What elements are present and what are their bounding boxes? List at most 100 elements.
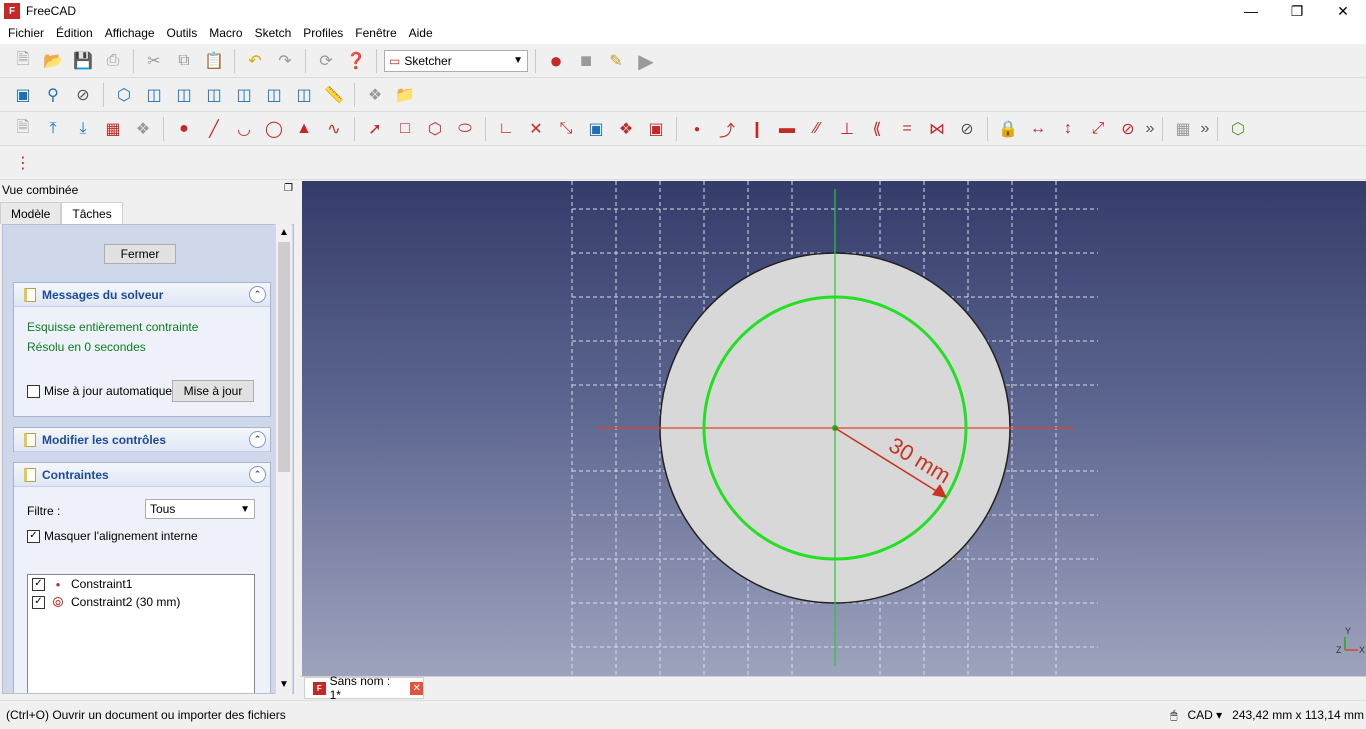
macro-record-icon[interactable]: ● xyxy=(543,48,569,74)
constraint-lock-icon[interactable]: 🔒 xyxy=(995,116,1021,142)
undo-icon[interactable]: ↶ xyxy=(242,48,268,74)
view-section-icon[interactable]: ▦ xyxy=(100,116,126,142)
leave-sketch-icon[interactable]: ⤒ xyxy=(40,116,66,142)
hide-internal-checkbox[interactable]: ✓ xyxy=(27,529,40,543)
menu-edition[interactable]: Édition xyxy=(50,26,99,40)
list-item[interactable]: ✓ ● Constraint1 xyxy=(28,575,254,593)
constraint-symmetric-icon[interactable]: ⋈ xyxy=(924,116,950,142)
print-icon[interactable]: ⎙ xyxy=(100,48,126,74)
constraint-parallel-icon[interactable]: ∕∕ xyxy=(804,116,830,142)
view-sketch-icon[interactable]: ⤓ xyxy=(70,116,96,142)
more-chevron-icon[interactable]: » xyxy=(1145,116,1155,142)
collapse-icon[interactable]: ⌃ xyxy=(249,431,266,448)
document-tab[interactable]: F Sans nom : 1* ✕ xyxy=(304,674,424,702)
redo-icon[interactable]: ↷ xyxy=(272,48,298,74)
scroll-up-icon[interactable]: ▲ xyxy=(278,227,290,238)
collapse-icon[interactable]: ⌃ xyxy=(249,286,266,303)
sketcher-tools-icon[interactable]: ▦ xyxy=(1170,116,1196,142)
menu-fenetre[interactable]: Fenêtre xyxy=(349,26,402,40)
carbon-copy-icon[interactable]: ❖ xyxy=(613,116,639,142)
slot-icon[interactable]: ⬭ xyxy=(452,116,478,142)
map-sketch-icon[interactable]: ❖ xyxy=(130,116,156,142)
constraint-vertical-icon[interactable]: ❙ xyxy=(744,116,770,142)
refresh-icon[interactable]: ⟳ xyxy=(313,48,339,74)
undock-icon[interactable]: ❐ xyxy=(284,183,293,194)
conic-icon[interactable]: ▲ xyxy=(291,116,317,142)
point-icon[interactable]: ● xyxy=(171,116,197,142)
menu-outils[interactable]: Outils xyxy=(161,26,204,40)
whats-this-icon[interactable]: ❓ xyxy=(343,48,369,74)
list-item[interactable]: ✓ ⦾ Constraint2 (30 mm) xyxy=(28,593,254,611)
save-icon[interactable]: 💾 xyxy=(70,48,96,74)
new-document-icon[interactable]: 🗎 xyxy=(10,48,36,74)
sketch-canvas[interactable]: 30 mm Y Z X xyxy=(302,181,1366,676)
minimize-icon[interactable]: — xyxy=(1228,0,1274,22)
circle-icon[interactable]: ◯ xyxy=(261,116,287,142)
part-icon[interactable]: ❖ xyxy=(362,82,388,108)
menu-fichier[interactable]: Fichier xyxy=(2,26,50,40)
polygon-icon[interactable]: ⬡ xyxy=(422,116,448,142)
view-top-icon[interactable]: ◫ xyxy=(171,82,197,108)
view-isometric-icon[interactable]: ⬡ xyxy=(111,82,137,108)
task-panel-scrollbar[interactable]: ▲ ▼ xyxy=(275,224,292,694)
measure-icon[interactable]: 📏 xyxy=(321,82,347,108)
scroll-thumb[interactable] xyxy=(278,242,290,472)
sketch-points-icon[interactable]: ⋮ xyxy=(10,150,36,176)
view-right-icon[interactable]: ◫ xyxy=(201,82,227,108)
new-sketch-icon[interactable]: 🗎 xyxy=(10,116,36,142)
construction-mode-icon[interactable]: ▣ xyxy=(643,116,669,142)
constraints-header[interactable]: Contraintes ⌃ xyxy=(14,463,270,487)
paste-icon[interactable]: 📋 xyxy=(201,48,227,74)
group-folder-icon[interactable]: 📁 xyxy=(392,82,418,108)
view-bottom-icon[interactable]: ◫ xyxy=(261,82,287,108)
extend-icon[interactable]: ⤡ xyxy=(553,116,579,142)
more-chevron-icon[interactable]: » xyxy=(1200,116,1210,142)
constraint-point-on-object-icon[interactable]: ⤴ xyxy=(714,116,740,142)
constraint-equal-icon[interactable]: = xyxy=(894,116,920,142)
copy-icon[interactable]: ⧉ xyxy=(171,48,197,74)
arc-icon[interactable]: ◡ xyxy=(231,116,257,142)
filter-select[interactable]: Tous ▼ xyxy=(145,499,255,519)
close-sketch-button[interactable]: Fermer xyxy=(104,244,176,264)
fillet-icon[interactable]: ∟ xyxy=(493,116,519,142)
constraint-horizontal-icon[interactable]: ▬ xyxy=(774,116,800,142)
navigation-style-button[interactable]: CAD ▾ xyxy=(1187,708,1222,722)
trim-icon[interactable]: ✕ xyxy=(523,116,549,142)
constraint-horizontal-distance-icon[interactable]: ↔ xyxy=(1025,116,1051,142)
menu-profiles[interactable]: Profiles xyxy=(297,26,349,40)
macro-run-icon[interactable]: ▶ xyxy=(633,48,659,74)
restore-icon[interactable]: ❐ xyxy=(1274,0,1320,22)
update-button[interactable]: Mise à jour xyxy=(172,380,254,402)
view-front-icon[interactable]: ◫ xyxy=(141,82,167,108)
menu-affichage[interactable]: Affichage xyxy=(99,26,161,40)
tab-modele[interactable]: Modèle xyxy=(0,202,62,224)
solver-messages-header[interactable]: Messages du solveur ⌃ xyxy=(14,283,270,307)
3d-viewport[interactable]: 30 mm Y Z X xyxy=(302,181,1366,676)
workbench-selector[interactable]: ▭ Sketcher ▼ xyxy=(384,50,528,72)
menu-aide[interactable]: Aide xyxy=(403,26,439,40)
macro-edit-icon[interactable]: ✎ xyxy=(603,48,629,74)
constraint-checkbox[interactable]: ✓ xyxy=(32,595,45,609)
rectangle-icon[interactable]: □ xyxy=(392,116,418,142)
fit-all-icon[interactable]: ▣ xyxy=(10,82,36,108)
constraint-coincident-icon[interactable]: ● xyxy=(684,116,710,142)
scroll-down-icon[interactable]: ▼ xyxy=(278,679,290,690)
menu-sketch[interactable]: Sketch xyxy=(249,26,298,40)
tab-taches[interactable]: Tâches xyxy=(61,202,123,224)
constraint-radius-icon[interactable]: ⊘ xyxy=(1115,116,1141,142)
open-document-icon[interactable]: 📂 xyxy=(40,48,66,74)
bspline-tools-icon[interactable]: ⬡ xyxy=(1225,116,1251,142)
polyline-icon[interactable]: ➚ xyxy=(362,116,388,142)
cut-icon[interactable]: ✂ xyxy=(141,48,167,74)
close-icon[interactable]: ✕ xyxy=(1320,0,1366,22)
menu-macro[interactable]: Macro xyxy=(203,26,248,40)
collapse-icon[interactable]: ⌃ xyxy=(249,466,266,483)
bspline-icon[interactable]: ∿ xyxy=(321,116,347,142)
close-icon[interactable]: ✕ xyxy=(410,681,423,695)
constraint-checkbox[interactable]: ✓ xyxy=(32,577,45,591)
draw-style-icon[interactable]: ⊘ xyxy=(70,82,96,108)
edit-controls-header[interactable]: Modifier les contrôles ⌃ xyxy=(14,428,270,452)
view-rear-icon[interactable]: ◫ xyxy=(231,82,257,108)
constraint-block-icon[interactable]: ⊘ xyxy=(954,116,980,142)
macro-stop-icon[interactable]: ■ xyxy=(573,48,599,74)
